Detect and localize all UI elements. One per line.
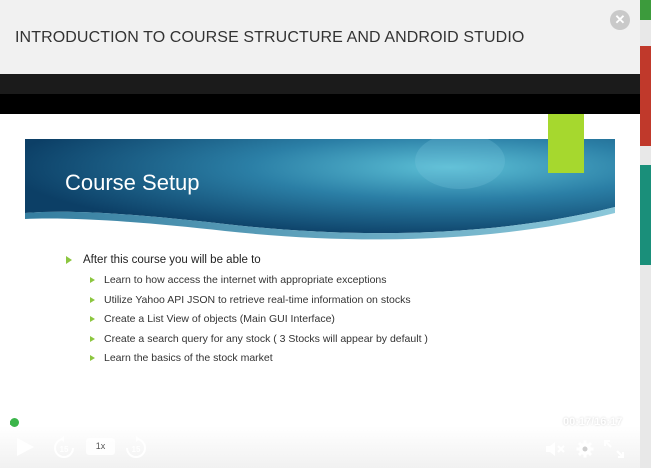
fullscreen-icon[interactable] (604, 440, 624, 458)
rewind-15-icon[interactable]: 15 (52, 436, 76, 460)
bullet-item: Learn to how access the internet with ap… (66, 273, 626, 293)
player-controls-bar (0, 398, 640, 468)
bullet-text: Learn to how access the internet with ap… (104, 274, 387, 286)
bullet-arrow-icon (66, 256, 72, 264)
mute-icon[interactable] (545, 440, 565, 458)
modal-title: INTRODUCTION TO COURSE STRUCTURE AND AND… (15, 29, 525, 46)
bullet-arrow-icon (90, 296, 95, 303)
bullet-item: Utilize Yahoo API JSON to retrieve real-… (66, 293, 626, 313)
settings-gear-icon[interactable] (576, 440, 594, 458)
bullet-list: After this course you will be able to Le… (66, 253, 626, 371)
video-letterbox (0, 74, 640, 114)
modal-header: INTRODUCTION TO COURSE STRUCTURE AND AND… (0, 0, 640, 74)
close-circle-icon[interactable]: ✕ (610, 10, 630, 30)
slide-title: Course Setup (65, 170, 200, 195)
playback-speed-button[interactable]: 1x (86, 438, 115, 455)
bullet-text: Learn the basics of the stock market (104, 352, 273, 365)
bullet-intro: After this course you will be able to (66, 253, 626, 273)
accent-tab (548, 114, 584, 173)
play-icon[interactable] (14, 437, 36, 457)
bullet-text: Create a search query for any stock ( 3 … (104, 332, 428, 345)
bullet-item: Create a search query for any stock ( 3 … (66, 332, 626, 352)
video-modal: INTRODUCTION TO COURSE STRUCTURE AND AND… (0, 0, 640, 468)
bullet-arrow-icon (90, 355, 95, 362)
progress-handle[interactable] (10, 418, 19, 427)
svg-text:15: 15 (60, 445, 69, 454)
bullet-text: Utilize Yahoo API JSON to retrieve real-… (104, 293, 411, 306)
bullet-arrow-icon (90, 316, 95, 323)
bullet-arrow-icon (90, 335, 95, 342)
bullet-text: Create a List View of objects (Main GUI … (104, 313, 335, 326)
background-block (640, 46, 651, 146)
bullet-text: After this course you will be able to (83, 254, 261, 266)
bullet-item: Learn the basics of the stock market (66, 351, 626, 371)
background-block (640, 165, 651, 265)
bullet-arrow-icon (90, 277, 95, 283)
bullet-item: Create a List View of objects (Main GUI … (66, 312, 626, 332)
time-display: 00:17/16:17 (563, 416, 623, 428)
slide-banner (25, 139, 615, 259)
background-page-edge (640, 0, 651, 468)
svg-text:15: 15 (132, 445, 141, 454)
video-letterbox-band (0, 74, 640, 94)
background-block (640, 0, 651, 20)
forward-15-icon[interactable]: 15 (124, 436, 148, 460)
